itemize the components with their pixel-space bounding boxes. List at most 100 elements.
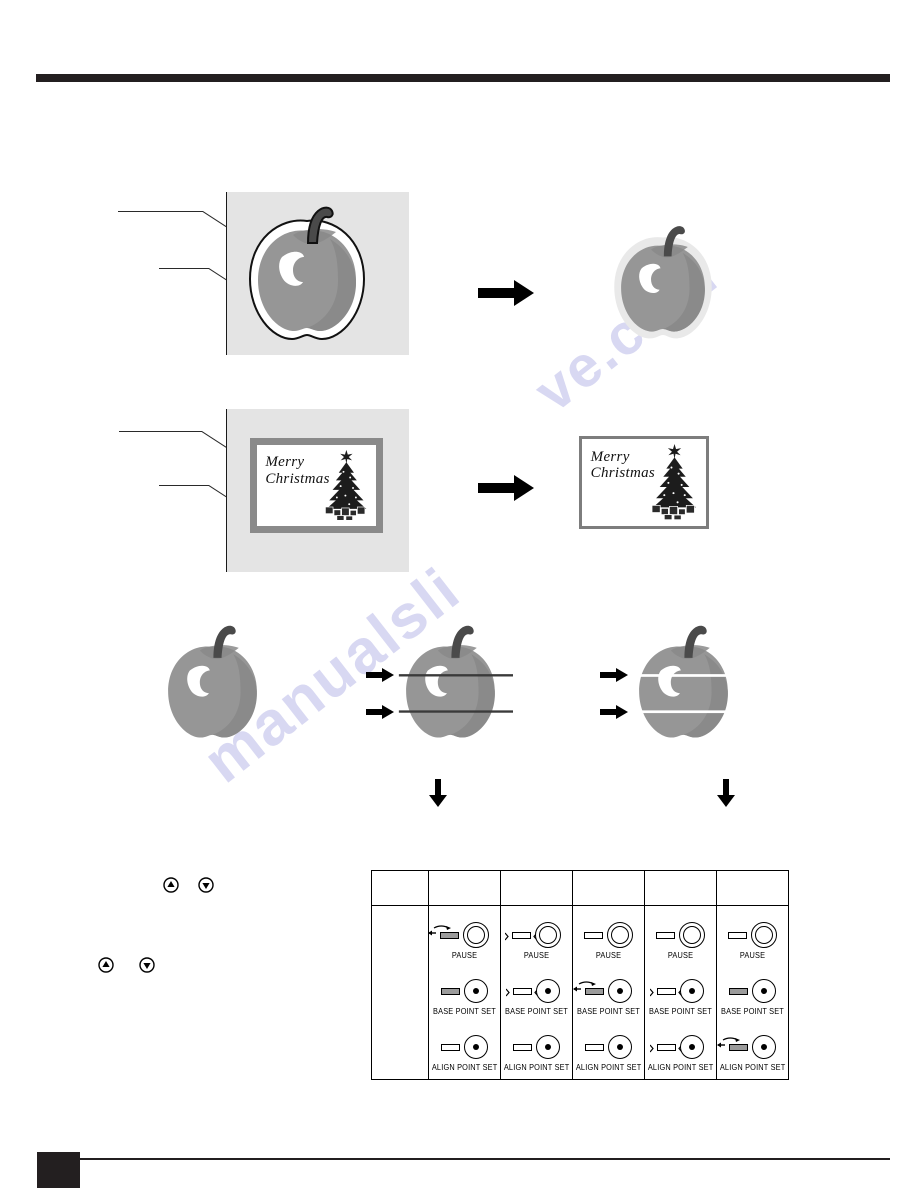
pause-knob[interactable] (463, 922, 489, 948)
stepper-down-button-bottom[interactable] (139, 957, 155, 973)
pause-indicator-row (717, 920, 788, 950)
figure2-source-card: Merry Christmas (250, 438, 383, 533)
lit-marker-icon (650, 1044, 684, 1053)
align-point-knob[interactable] (680, 1035, 704, 1059)
figure2-result-card: Merry Christmas (579, 436, 709, 529)
base-point-set-button-group[interactable]: BASE POINT SET (717, 976, 788, 1016)
base-point-set-button-group[interactable]: BASE POINT SET (429, 976, 500, 1016)
base-indicator-row (573, 976, 644, 1006)
leader-line-1-upper (118, 211, 203, 212)
base-indicator-row (501, 976, 572, 1006)
base-point-knob[interactable] (536, 979, 560, 1003)
align-point-set-button-group[interactable]: ALIGN POINT SET (573, 1032, 644, 1072)
stepper-up-button-top[interactable] (163, 877, 179, 893)
pause-button-group[interactable]: PAUSE (573, 920, 644, 960)
align-point-set-button-group[interactable]: ALIGN POINT SET (501, 1032, 572, 1072)
align-indicator-row (717, 1032, 788, 1062)
align-point-led-lit (650, 1043, 683, 1052)
pause-knob[interactable] (751, 922, 777, 948)
align-indicator-row (429, 1032, 500, 1062)
figure3-apple-white-lines (621, 617, 746, 753)
panel-column-3: PAUSE BASE POINT SET ALIGN POINT SET (573, 906, 645, 1079)
align-point-knob[interactable] (752, 1035, 776, 1059)
base-point-set-label: BASE POINT SET (721, 1007, 784, 1016)
base-point-set-button-group[interactable]: BASE POINT SET (501, 976, 572, 1016)
header-cell-1 (429, 871, 501, 906)
base-point-knob[interactable] (464, 979, 488, 1003)
pause-button-group[interactable]: PAUSE (501, 920, 572, 960)
align-point-knob[interactable] (536, 1035, 560, 1059)
align-point-knob[interactable] (608, 1035, 632, 1059)
align-point-knob[interactable] (464, 1035, 488, 1059)
base-indicator-row (645, 976, 716, 1006)
card-text-line2: Christmas (590, 465, 656, 482)
pause-label: PAUSE (523, 951, 550, 960)
panel-column-2: PAUSE BASE POINT SET ALIGN POINT SET (501, 906, 573, 1079)
align-point-set-button-group[interactable]: ALIGN POINT SET (645, 1032, 716, 1072)
leader-line-2-lower (159, 485, 209, 486)
header-cell-4 (645, 871, 717, 906)
base-point-set-button-group[interactable]: BASE POINT SET (645, 976, 716, 1016)
pause-knob[interactable] (679, 922, 705, 948)
flow-arrow-down-right (717, 779, 735, 807)
pause-knob[interactable] (607, 922, 633, 948)
align-point-led-off (513, 1043, 532, 1051)
leader-line-1-lower (159, 268, 209, 269)
lit-marker-icon (506, 988, 540, 997)
align-point-set-button-group[interactable]: ALIGN POINT SET (429, 1032, 500, 1072)
figure3-scanline-arrow-upper (366, 668, 394, 682)
figure1-source-apple (238, 199, 376, 347)
align-point-led-off (441, 1043, 460, 1051)
base-point-led-lit (506, 987, 539, 996)
panel-column-4: PAUSE BASE POINT SET ALIGN POINT SET (645, 906, 717, 1079)
panel-column-5: PAUSE BASE POINT SET ALIGN POINT SET (717, 906, 788, 1079)
table-header-row (372, 871, 788, 906)
base-point-set-button-group[interactable]: BASE POINT SET (573, 976, 644, 1016)
align-point-led-blinking (717, 1036, 748, 1051)
figure3-scanline-arrow-lower (366, 705, 394, 719)
base-point-knob[interactable] (752, 979, 776, 1003)
table-body-row: PAUSE BASE POINT SET ALIGN POINT SET PAU… (372, 906, 788, 1079)
align-point-set-label: ALIGN POINT SET (575, 1063, 642, 1072)
figure3-scanline-arrow-lower (600, 705, 628, 719)
header-cell-step (372, 871, 429, 906)
panel-column-1: PAUSE BASE POINT SET ALIGN POINT SET (428, 906, 501, 1079)
pause-button-group[interactable]: PAUSE (717, 920, 788, 960)
pause-button-group[interactable]: PAUSE (428, 920, 500, 960)
figure3-apple-dark-lines (388, 617, 513, 753)
stepper-down-button-top[interactable] (198, 877, 214, 893)
base-point-led-lit (650, 987, 683, 996)
body-cell-step (372, 906, 429, 1079)
figure1-result-apple (604, 218, 722, 346)
base-indicator-row (717, 976, 788, 1006)
header-cell-5 (717, 871, 788, 906)
lit-marker-icon (650, 988, 684, 997)
lit-marker-icon (505, 932, 539, 941)
base-point-led-blinking (573, 980, 604, 995)
blink-spark-icon (716, 1036, 742, 1050)
stepper-up-button-bottom[interactable] (98, 957, 114, 973)
base-point-led-on (729, 987, 748, 995)
base-point-knob[interactable] (608, 979, 632, 1003)
christmas-tree-icon (319, 448, 374, 524)
pause-indicator-row (501, 920, 572, 950)
align-point-led-off (585, 1043, 604, 1051)
base-indicator-row (429, 976, 500, 1006)
base-point-led-on (441, 987, 460, 995)
align-point-set-button-group[interactable]: ALIGN POINT SET (717, 1032, 788, 1072)
header-rule (36, 74, 890, 82)
pause-indicator-row (428, 920, 500, 950)
align-point-set-label: ALIGN POINT SET (647, 1063, 714, 1072)
page-number-tab (37, 1152, 80, 1188)
pause-knob[interactable] (535, 922, 561, 948)
align-point-set-label: ALIGN POINT SET (719, 1063, 786, 1072)
pause-label: PAUSE (595, 951, 622, 960)
base-point-knob[interactable] (680, 979, 704, 1003)
pause-label: PAUSE (667, 951, 694, 960)
align-indicator-row (501, 1032, 572, 1062)
figure2-result-card-text: Merry Christmas (591, 449, 655, 483)
pause-button-group[interactable]: PAUSE (645, 920, 716, 960)
base-point-set-label: BASE POINT SET (577, 1007, 640, 1016)
pause-indicator-row (573, 920, 644, 950)
figure2-arrow-icon (478, 475, 534, 501)
